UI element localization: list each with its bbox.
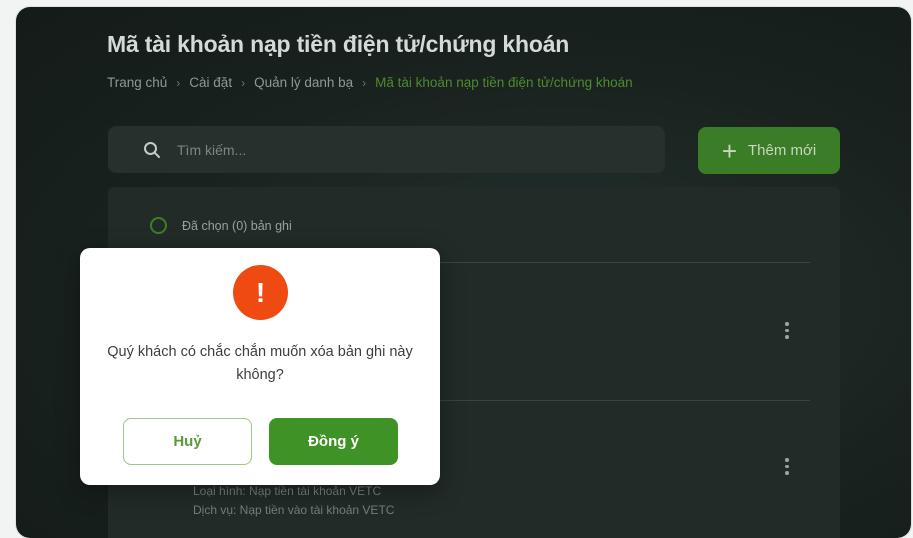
breadcrumb: Trang chủ › Cài đặt › Quản lý danh bạ › … bbox=[107, 75, 633, 90]
list-item-details: Loại hình: Nạp tiền tài khoản VETC Dịch … bbox=[193, 482, 394, 520]
select-all-checkbox[interactable] bbox=[150, 217, 167, 234]
app-frame: Mã tài khoản nạp tiền điện tử/chứng khoá… bbox=[16, 7, 911, 538]
more-options-icon[interactable] bbox=[783, 322, 791, 339]
plus-icon: + bbox=[721, 135, 737, 166]
search-bar bbox=[108, 126, 665, 173]
confirm-delete-dialog: ! Quý khách có chắc chắn muốn xóa bản gh… bbox=[80, 248, 440, 485]
selected-count-label: Đã chọn (0) bản ghi bbox=[182, 218, 292, 233]
dialog-message: Quý khách có chắc chắn muốn xóa bản ghi … bbox=[107, 344, 413, 383]
breadcrumb-settings[interactable]: Cài đặt bbox=[189, 75, 232, 90]
cancel-button[interactable]: Huỷ bbox=[123, 418, 252, 465]
search-icon bbox=[144, 141, 160, 158]
page-title: Mã tài khoản nạp tiền điện tử/chứng khoá… bbox=[107, 31, 570, 57]
breadcrumb-contacts[interactable]: Quản lý danh bạ bbox=[254, 75, 353, 90]
breadcrumb-separator: › bbox=[176, 75, 181, 90]
add-new-button[interactable]: + Thêm mới bbox=[698, 127, 840, 174]
breadcrumb-current: Mã tài khoản nạp tiền điện tử/chứng khoá… bbox=[375, 75, 633, 90]
more-options-icon[interactable] bbox=[783, 458, 791, 475]
list-item-service: Dịch vụ: Nạp tiền vào tài khoản VETC bbox=[193, 503, 395, 517]
add-new-label: Thêm mới bbox=[748, 142, 817, 159]
breadcrumb-separator: › bbox=[362, 75, 367, 90]
select-all-row: Đã chọn (0) bản ghi bbox=[150, 217, 292, 234]
search-input[interactable] bbox=[175, 140, 639, 159]
alert-icon: ! bbox=[233, 265, 288, 320]
breadcrumb-separator: › bbox=[241, 75, 246, 90]
confirm-button[interactable]: Đồng ý bbox=[269, 418, 398, 465]
breadcrumb-home[interactable]: Trang chủ bbox=[107, 75, 167, 90]
